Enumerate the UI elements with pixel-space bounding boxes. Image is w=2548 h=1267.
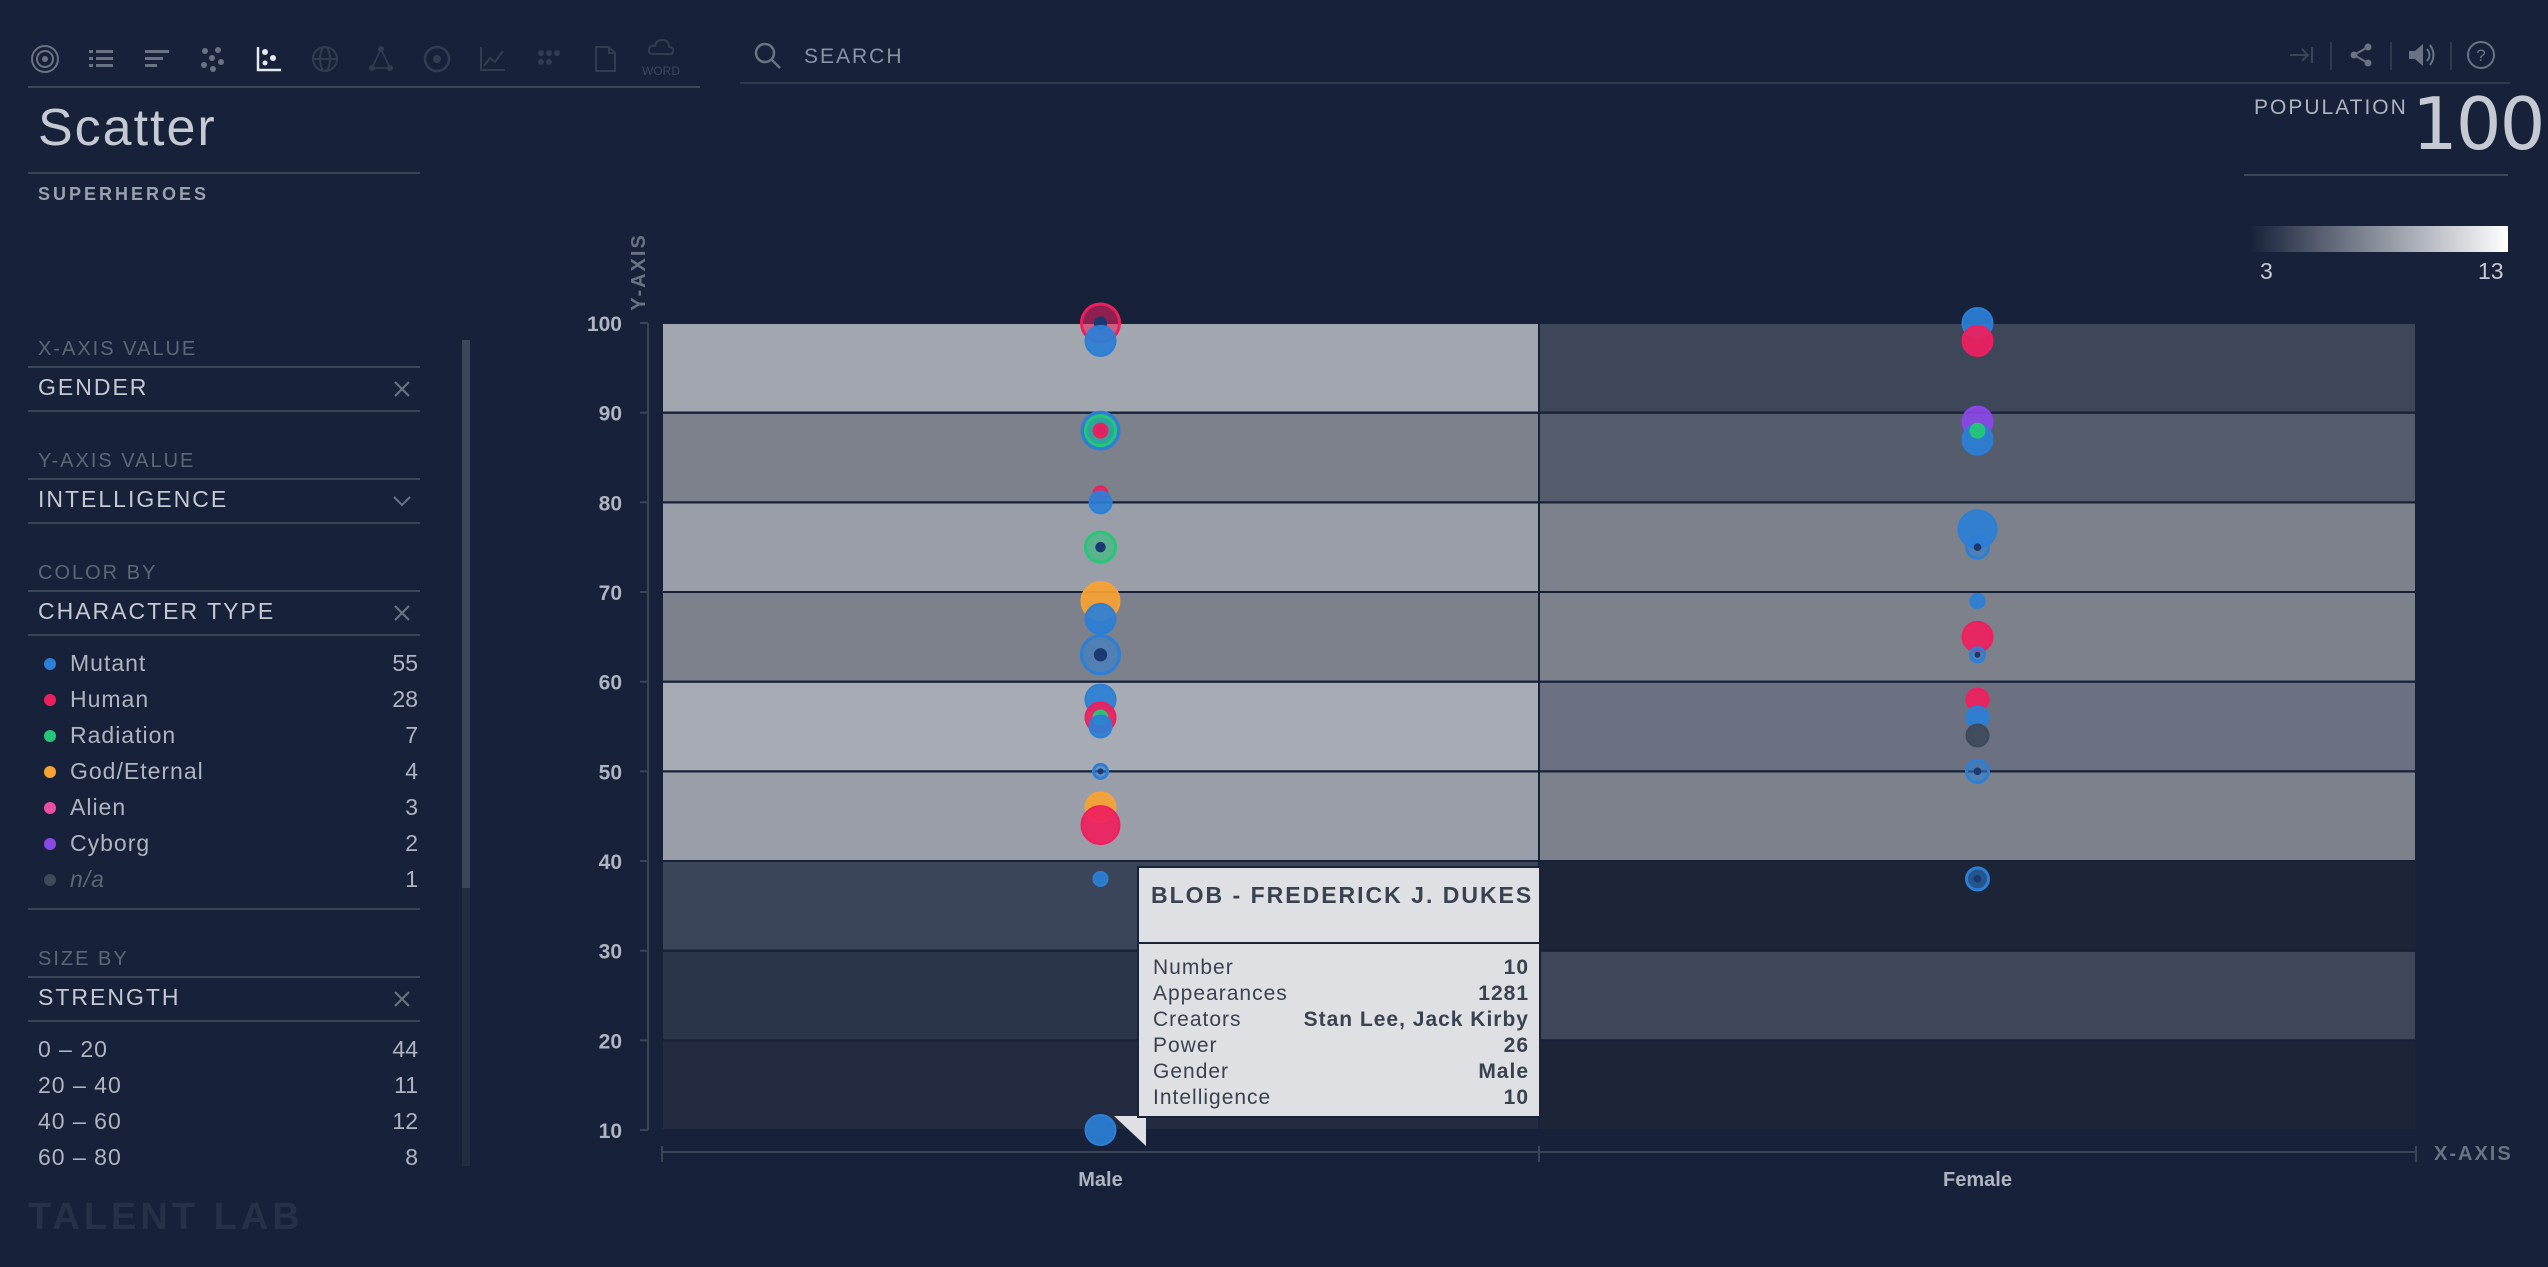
legend-dot <box>44 658 56 670</box>
legend-count: 2 <box>405 830 418 856</box>
x-tick-label: Male <box>1078 1169 1122 1191</box>
tooltip-key: Number <box>1153 956 1234 979</box>
data-point <box>1969 592 1986 609</box>
data-point <box>1092 422 1109 439</box>
tooltip-value: 10 <box>1503 1086 1529 1109</box>
legend-dot <box>44 874 56 886</box>
y-tick-label: 50 <box>599 761 622 784</box>
legend-item[interactable]: Mutant 55 <box>28 646 420 680</box>
data-point <box>1084 1114 1117 1146</box>
data-point-core <box>1097 768 1104 775</box>
y-axis-label: Y-AXIS <box>628 233 650 311</box>
tooltip-value: 10 <box>1503 956 1529 979</box>
legend-dot <box>44 838 56 850</box>
data-point <box>1084 602 1117 635</box>
legend-count: 4 <box>405 758 418 784</box>
data-point-core <box>1973 543 1982 552</box>
tooltip-pointer <box>1114 1116 1146 1146</box>
legend-label: Mutant <box>70 650 147 676</box>
data-point-core <box>1095 541 1106 553</box>
tooltip-row: Intelligence 10 <box>1153 1086 1529 1112</box>
heat-cell <box>1538 1039 2417 1132</box>
legend-count: 55 <box>392 650 418 676</box>
legend-count: 28 <box>392 686 418 712</box>
legend-label: Human <box>70 686 150 712</box>
y-tick-label: 70 <box>599 582 622 605</box>
legend-label: Radiation <box>70 722 177 748</box>
data-point <box>1092 870 1109 887</box>
y-tick-label: 90 <box>599 403 622 426</box>
y-tick-label: 60 <box>599 672 622 695</box>
data-point <box>1084 324 1117 357</box>
legend-item[interactable]: Alien 3 <box>28 790 420 824</box>
data-point <box>1088 490 1113 515</box>
tooltip-row: Number 10 <box>1153 956 1529 982</box>
legend-item[interactable]: Radiation 7 <box>28 718 420 752</box>
tooltip-key: Creators <box>1153 1008 1242 1031</box>
hero-tooltip: BLOB - FREDERICK J. DUKES Number 10 Appear… <box>1137 866 1541 1118</box>
tooltip-key: Gender <box>1153 1060 1230 1083</box>
legend-label: God/Eternal <box>70 758 204 784</box>
legend-dot <box>44 766 56 778</box>
data-point <box>1088 714 1113 739</box>
legend-item[interactable]: n/a 1 <box>28 862 420 896</box>
data-point <box>1080 805 1121 846</box>
legend-label: Cyborg <box>70 830 151 856</box>
tooltip-key: Appearances <box>1153 982 1288 1005</box>
y-tick-label: 100 <box>587 313 622 336</box>
data-point <box>1961 324 1994 357</box>
y-tick-label: 80 <box>599 492 622 515</box>
tooltip-title: BLOB - FREDERICK J. DUKES <box>1151 882 1534 908</box>
legend-count: 7 <box>405 722 418 748</box>
legend-dot <box>44 730 56 742</box>
legend-label: Alien <box>70 794 127 820</box>
data-point <box>1965 723 1990 748</box>
legend-item[interactable]: Human 28 <box>28 682 420 716</box>
data-point-core <box>1973 875 1982 883</box>
x-axis-label: X-AXIS <box>2434 1143 2513 1165</box>
legend-dot <box>44 694 56 706</box>
legend-item[interactable]: God/Eternal 4 <box>28 754 420 788</box>
legend-label: n/a <box>70 866 105 892</box>
legend-dot <box>44 802 56 814</box>
legend-item[interactable]: Cyborg 2 <box>28 826 420 860</box>
tooltip-value: Male <box>1478 1060 1529 1083</box>
divider <box>1139 942 1539 944</box>
tooltip-row: Gender Male <box>1153 1060 1529 1086</box>
tooltip-key: Intelligence <box>1153 1086 1272 1109</box>
y-tick-label: 20 <box>599 1030 622 1053</box>
heat-cell <box>1538 770 2417 862</box>
tooltip-row: Appearances 1281 <box>1153 982 1529 1008</box>
legend-count: 3 <box>405 794 418 820</box>
y-tick-label: 10 <box>599 1120 622 1143</box>
data-point <box>1969 422 1986 439</box>
x-tick-label: Female <box>1943 1169 2012 1191</box>
y-tick-label: 40 <box>599 851 622 874</box>
tooltip-value: 26 <box>1503 1034 1529 1057</box>
data-point-core <box>1093 648 1108 662</box>
legend-count: 1 <box>405 866 418 892</box>
data-point-core <box>1974 651 1981 658</box>
y-tick-label: 30 <box>599 941 622 964</box>
tooltip-row: Creators Stan Lee, Jack Kirby <box>1153 1008 1529 1034</box>
heat-cell <box>1538 949 2417 1042</box>
data-point-core <box>1973 767 1982 776</box>
tooltip-row: Power 26 <box>1153 1034 1529 1060</box>
tooltip-value: 1281 <box>1478 982 1529 1005</box>
tooltip-key: Power <box>1153 1034 1218 1057</box>
tooltip-value: Stan Lee, Jack Kirby <box>1303 1008 1529 1031</box>
